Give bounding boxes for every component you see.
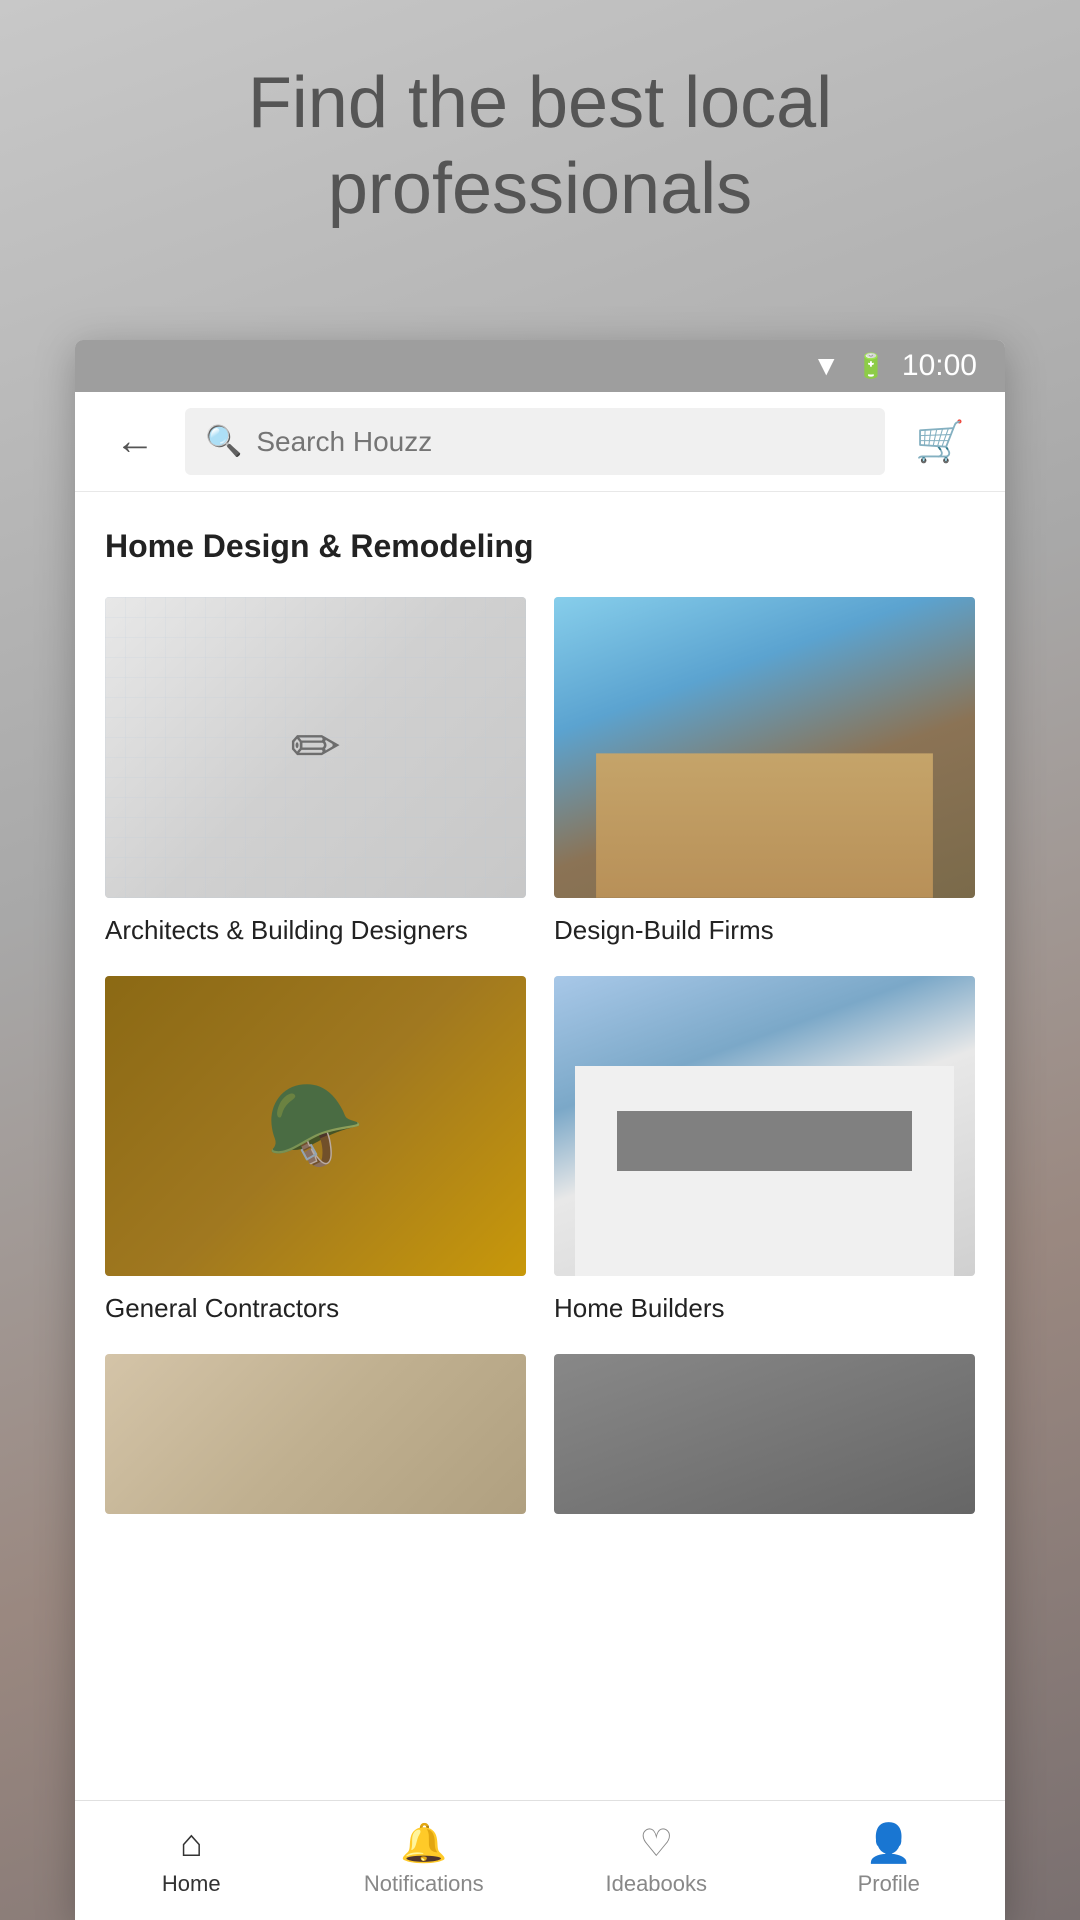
contractors-img-visual: [105, 976, 526, 1277]
design-build-label: Design-Build Firms: [554, 914, 975, 948]
nav-home-label: Home: [162, 1871, 221, 1897]
nav-item-profile[interactable]: 👤 Profile: [773, 1801, 1006, 1920]
architects-image: [105, 597, 526, 898]
profile-icon: 👤: [865, 1825, 912, 1863]
architects-img-visual: [105, 597, 526, 898]
status-bar: ▼ 🔋 10:00: [75, 340, 1005, 392]
app-card: ▼ 🔋 10:00 ← 🔍 🛒 Home Design & Remodeling…: [75, 340, 1005, 1920]
wifi-icon: ▼: [812, 350, 840, 382]
home-builders-label: Home Builders: [554, 1292, 975, 1326]
nav-item-ideabooks[interactable]: ♡ Ideabooks: [540, 1801, 773, 1920]
grid-item-contractors[interactable]: General Contractors: [105, 976, 526, 1327]
partial-item-last[interactable]: [554, 1354, 975, 1514]
grid-item-architects[interactable]: Architects & Building Designers: [105, 597, 526, 948]
contractors-label: General Contractors: [105, 1292, 526, 1326]
architects-label: Architects & Building Designers: [105, 914, 526, 948]
interior-img-visual: [105, 1354, 526, 1514]
home-icon: ⌂: [180, 1825, 203, 1863]
partial-item-interior[interactable]: [105, 1354, 526, 1514]
search-bar[interactable]: 🔍: [185, 408, 885, 475]
bottom-nav: ⌂ Home 🔔 Notifications ♡ Ideabooks 👤 Pro…: [75, 1800, 1005, 1920]
partial-grid: [105, 1354, 975, 1514]
back-button[interactable]: ←: [105, 409, 165, 474]
design-build-image: [554, 597, 975, 898]
nav-notifications-label: Notifications: [364, 1871, 484, 1897]
main-content: Home Design & Remodeling Architects & Bu…: [75, 492, 1005, 1800]
hero-headline: Find the best local professionals: [0, 60, 1080, 233]
search-input[interactable]: [256, 426, 865, 458]
nav-item-notifications[interactable]: 🔔 Notifications: [308, 1801, 541, 1920]
home-builders-img-visual: [554, 976, 975, 1277]
section-title: Home Design & Remodeling: [105, 528, 975, 565]
design-build-img-visual: [554, 597, 975, 898]
nav-ideabooks-label: Ideabooks: [605, 1871, 707, 1897]
search-icon: 🔍: [205, 424, 242, 459]
home-builders-image: [554, 976, 975, 1277]
grid-item-home-builders[interactable]: Home Builders: [554, 976, 975, 1327]
status-time: 10:00: [902, 349, 977, 383]
category-grid: Architects & Building Designers Design-B…: [105, 597, 975, 1326]
notifications-icon: 🔔: [400, 1825, 447, 1863]
ideabooks-icon: ♡: [639, 1825, 673, 1863]
contractors-image: [105, 976, 526, 1277]
nav-profile-label: Profile: [858, 1871, 920, 1897]
battery-icon: 🔋: [856, 352, 886, 381]
nav-item-home[interactable]: ⌂ Home: [75, 1801, 308, 1920]
grid-item-design-build[interactable]: Design-Build Firms: [554, 597, 975, 948]
cart-icon[interactable]: 🛒: [905, 408, 975, 475]
nav-bar: ← 🔍 🛒: [75, 392, 1005, 492]
last-img-visual: [554, 1354, 975, 1514]
